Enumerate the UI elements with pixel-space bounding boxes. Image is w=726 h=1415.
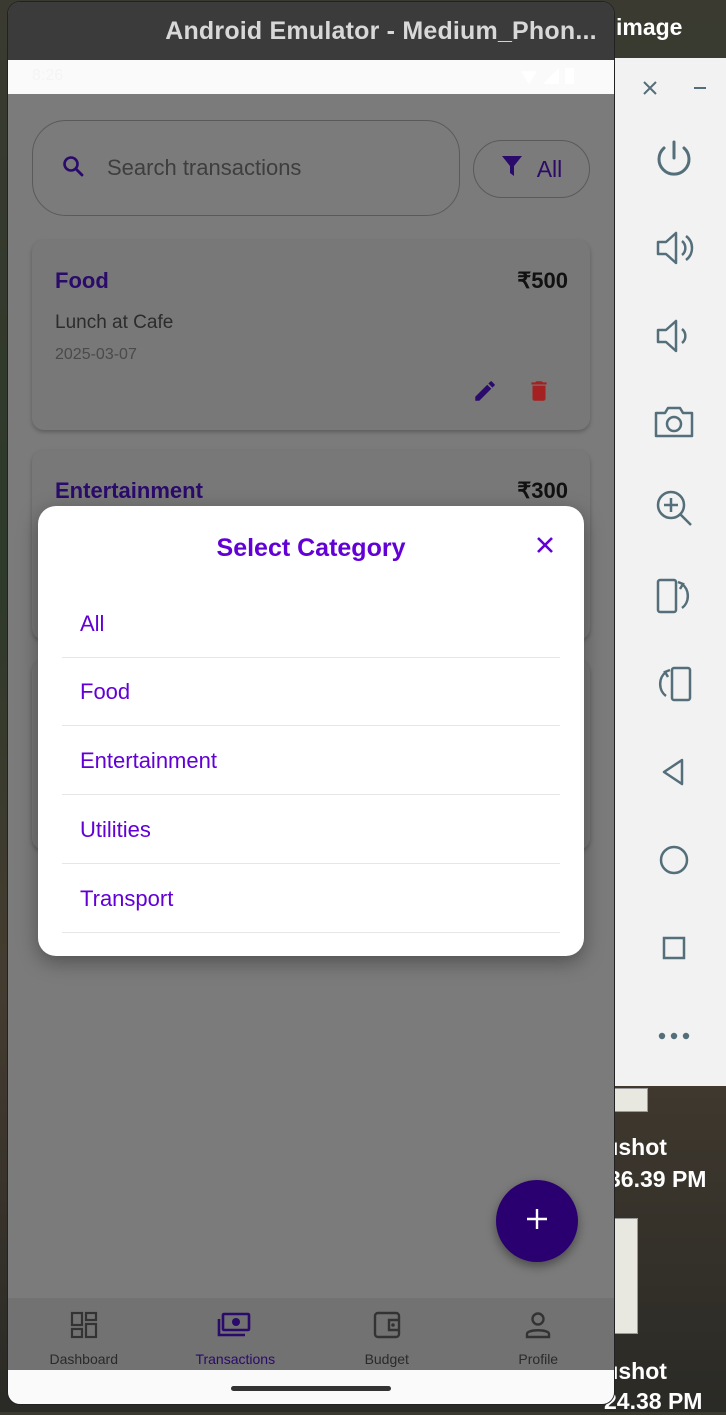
- nav-label: Profile: [518, 1351, 559, 1367]
- desktop-thumbnail[interactable]: [614, 1218, 638, 1334]
- bottom-navigation: Dashboard Transactions Budget Profile: [8, 1298, 614, 1370]
- signal-icon: [543, 68, 559, 84]
- gesture-bar: [8, 1370, 614, 1404]
- window-titlebar[interactable]: Android Emulator - Medium_Phon...: [8, 2, 614, 60]
- nav-label: Transactions: [195, 1351, 276, 1367]
- status-time: 8:26: [32, 67, 64, 84]
- edit-icon[interactable]: [472, 378, 498, 409]
- gesture-handle[interactable]: [231, 1386, 391, 1391]
- transaction-category: Food: [55, 268, 109, 293]
- desktop-file-label[interactable]: ıshot: [612, 1134, 667, 1161]
- filter-icon: [501, 154, 523, 184]
- transaction-date: 2025-03-07: [55, 346, 137, 363]
- nav-item-dashboard[interactable]: Dashboard: [8, 1298, 160, 1370]
- transaction-card[interactable]: Food ₹500 Lunch at Cafe 2025-03-07: [32, 240, 590, 430]
- emulator-side-panel: [614, 58, 726, 1086]
- transaction-description: Lunch at Cafe: [55, 312, 174, 333]
- delete-icon[interactable]: [526, 378, 552, 409]
- window-title: Android Emulator - Medium_Phon...: [165, 16, 597, 45]
- nav-label: Dashboard: [49, 1351, 119, 1367]
- category-option-transport[interactable]: Transport: [62, 865, 560, 933]
- status-bar: 8:26: [8, 60, 614, 94]
- dialog-title: Select Category: [216, 534, 406, 562]
- status-icons: [521, 68, 574, 84]
- transaction-category: Entertainment: [55, 478, 203, 503]
- plus-icon: [524, 1206, 550, 1237]
- desktop-file-label[interactable]: ıshot: [612, 1358, 667, 1385]
- wallet-icon: [372, 1310, 402, 1345]
- home-icon[interactable]: [650, 836, 698, 889]
- filter-button[interactable]: All: [473, 140, 590, 198]
- filter-label: All: [536, 155, 563, 182]
- category-option-food[interactable]: Food: [62, 658, 560, 726]
- transactions-icon: [217, 1310, 253, 1345]
- more-icon[interactable]: [650, 1012, 698, 1065]
- overview-icon[interactable]: [650, 924, 698, 977]
- search-icon: [61, 154, 85, 183]
- transaction-amount: ₹500: [517, 268, 568, 293]
- select-category-dialog: Select Category All Food Entertainment U…: [38, 506, 584, 956]
- category-option-all[interactable]: All: [62, 590, 560, 658]
- dashboard-icon: [69, 1310, 99, 1345]
- add-transaction-button[interactable]: [496, 1180, 578, 1262]
- minimize-icon[interactable]: [690, 78, 710, 103]
- desktop-file-time: 36.39 PM: [608, 1166, 707, 1192]
- wifi-icon: [521, 71, 537, 84]
- emulator-window: Android Emulator - Medium_Phon... 8:26 S…: [8, 2, 614, 1404]
- close-icon[interactable]: [532, 532, 558, 563]
- search-placeholder: Search transactions: [107, 155, 302, 180]
- category-option-entertainment[interactable]: Entertainment: [62, 727, 560, 795]
- search-input[interactable]: Search transactions: [32, 120, 460, 216]
- transaction-amount: ₹300: [517, 478, 568, 503]
- person-icon: [523, 1310, 553, 1345]
- power-icon[interactable]: [650, 136, 698, 189]
- nav-item-profile[interactable]: Profile: [463, 1298, 615, 1370]
- close-icon[interactable]: [640, 78, 660, 103]
- desktop-window-title-fragment: image: [616, 14, 683, 40]
- rotate-right-icon[interactable]: [650, 572, 698, 625]
- desktop-thumbnail[interactable]: [614, 1088, 648, 1112]
- nav-label: Budget: [364, 1351, 409, 1367]
- nav-item-transactions[interactable]: Transactions: [160, 1298, 312, 1370]
- desktop-file-time: 24.38 PM: [604, 1388, 703, 1414]
- volume-down-icon[interactable]: [650, 312, 698, 365]
- camera-icon[interactable]: [650, 398, 698, 451]
- battery-icon: [565, 68, 574, 84]
- phone-screen: 8:26 Search transactions All Food ₹500 L…: [8, 60, 614, 1404]
- back-icon[interactable]: [650, 748, 698, 801]
- zoom-icon[interactable]: [650, 484, 698, 537]
- category-option-utilities[interactable]: Utilities: [62, 796, 560, 864]
- rotate-left-icon[interactable]: [650, 660, 698, 713]
- volume-up-icon[interactable]: [650, 224, 698, 277]
- nav-item-budget[interactable]: Budget: [311, 1298, 463, 1370]
